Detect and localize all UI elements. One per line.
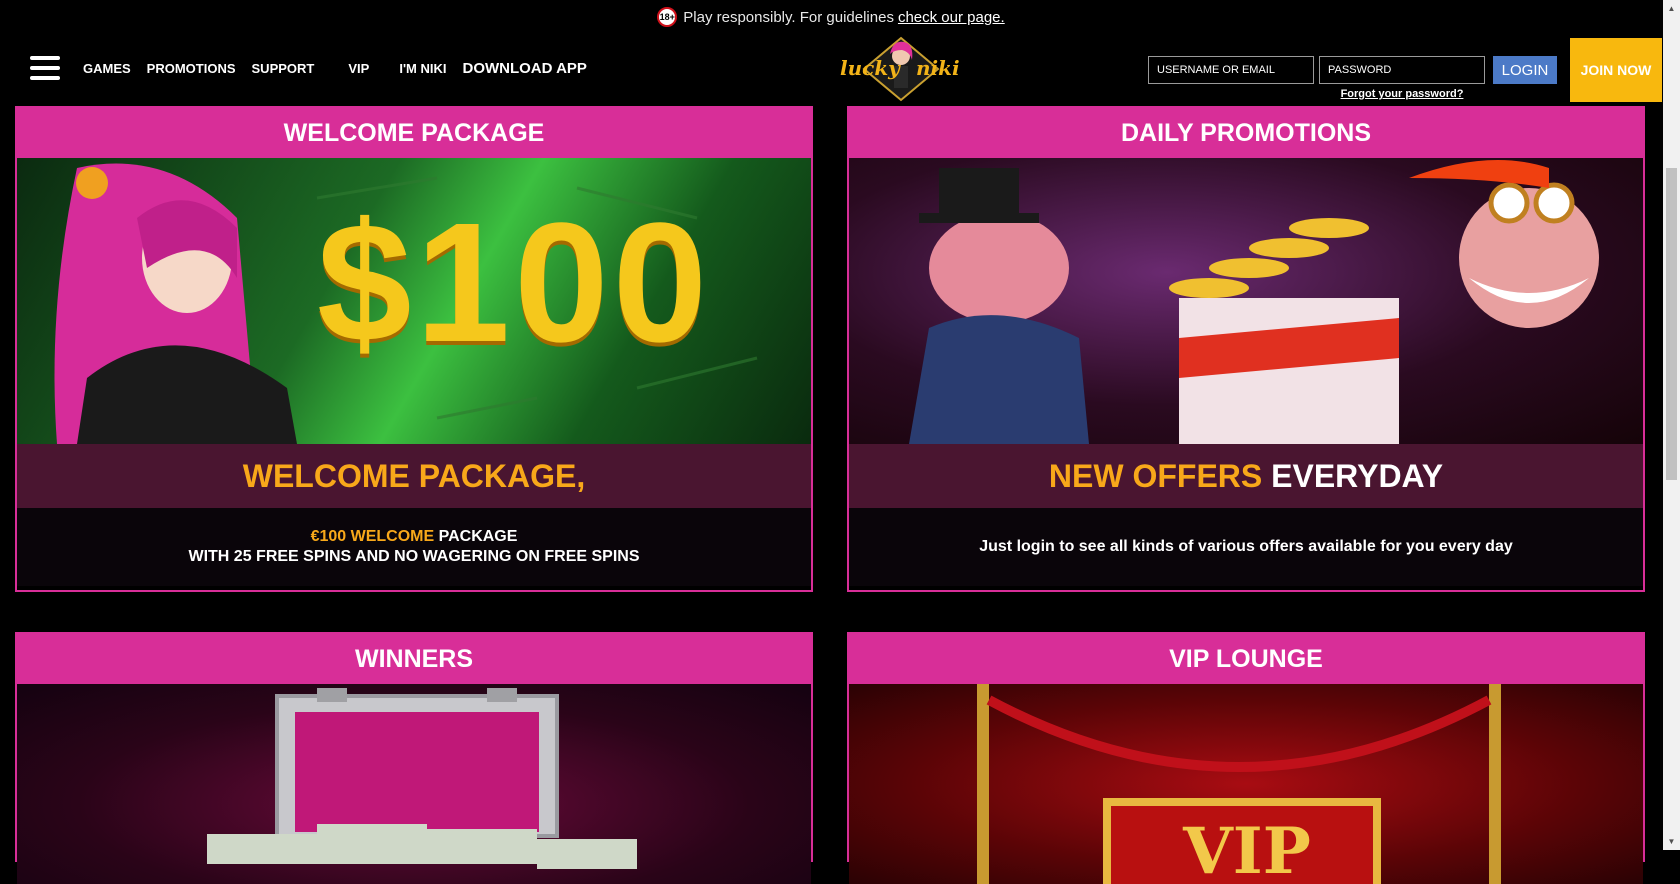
logo-text-lucky: lucky	[840, 56, 900, 80]
scrollbar-thumb[interactable]	[1666, 168, 1677, 480]
password-input[interactable]	[1319, 56, 1485, 84]
site-header: GAMES PROMOTIONS SUPPORT VIP I'M NIKI DO…	[0, 34, 1662, 106]
vip-lounge-card[interactable]: VIP LOUNGE VIP	[847, 632, 1645, 884]
guidelines-link[interactable]: check our page.	[898, 9, 1005, 26]
scroll-up-icon[interactable]: ▲	[1663, 0, 1680, 17]
card-description: €100 WELCOME PACKAGE WITH 25 FREE SPINS …	[17, 508, 811, 586]
join-now-button[interactable]: JOIN NOW	[1570, 38, 1662, 102]
forgot-password-link[interactable]: Forgot your password?	[1319, 88, 1485, 100]
login-button[interactable]: LOGIN	[1493, 56, 1557, 84]
nav-vip[interactable]: VIP	[348, 61, 369, 76]
card-title: WELCOME PACKAGE	[17, 108, 811, 158]
notice-text: Play responsibly. For guidelines	[683, 8, 894, 26]
nav-support[interactable]: SUPPORT	[252, 61, 315, 76]
bonus-amount-text: $100	[317, 188, 712, 378]
card-title: VIP LOUNGE	[849, 634, 1643, 684]
card-subtitle: NEW OFFERS EVERYDAY	[849, 444, 1643, 508]
logo-text-niki: niki	[916, 56, 960, 80]
welcome-package-card[interactable]: WELCOME PACKAGE $100 WELCOME PACKAGE, €1…	[15, 106, 813, 592]
main-nav: GAMES PROMOTIONS SUPPORT VIP I'M NIKI DO…	[83, 60, 603, 77]
card-subtitle: WELCOME PACKAGE,	[17, 444, 811, 508]
age-restriction-icon: 18+	[657, 7, 678, 27]
site-logo[interactable]: lucky niki	[838, 34, 964, 104]
card-title: DAILY PROMOTIONS	[849, 108, 1643, 158]
vip-sign-text: VIP	[1183, 814, 1311, 884]
scroll-down-icon[interactable]: ▼	[1663, 833, 1680, 850]
nav-games[interactable]: GAMES	[83, 61, 131, 76]
vip-lounge-banner-image: VIP	[849, 684, 1643, 884]
daily-promotions-banner-image	[849, 158, 1643, 444]
money-briefcase-illustration	[207, 688, 637, 869]
page-scrollbar[interactable]: ▲ ▼	[1663, 0, 1680, 850]
responsible-gaming-notice: 18+ Play responsibly. For guidelines che…	[0, 0, 1662, 34]
nav-promotions[interactable]: PROMOTIONS	[147, 61, 236, 76]
nav-im-niki[interactable]: I'M NIKI	[399, 61, 446, 76]
daily-promotions-card[interactable]: DAILY PROMOTIONS NEW OFFERS EVERYDAY Jus…	[847, 106, 1645, 592]
username-input[interactable]	[1148, 56, 1314, 84]
nav-download-app[interactable]: DOWNLOAD APP	[462, 60, 586, 77]
card-title: WINNERS	[17, 634, 811, 684]
winners-card[interactable]: WINNERS	[15, 632, 813, 884]
welcome-banner-image: $100	[17, 158, 811, 444]
card-description: Just login to see all kinds of various o…	[849, 508, 1643, 586]
menu-icon[interactable]	[30, 56, 60, 80]
winners-banner-image	[17, 684, 811, 884]
cartoon-characters-illustration	[909, 160, 1599, 444]
